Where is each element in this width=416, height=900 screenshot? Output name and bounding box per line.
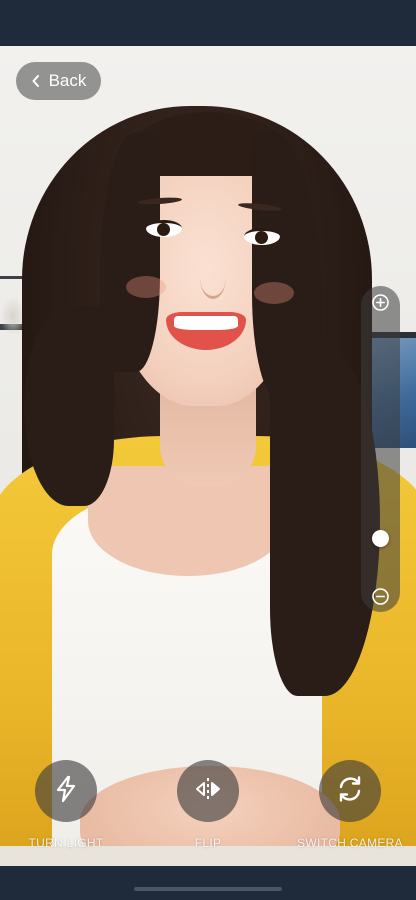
subject-teeth [174, 316, 238, 330]
turn-light-button[interactable] [35, 760, 97, 822]
zoom-slider[interactable] [361, 286, 400, 612]
flip-label: FLIP [194, 836, 222, 850]
switch-camera-label: SWITCH CAMERA [297, 836, 403, 850]
switch-camera-control: SWITCH CAMERA [290, 760, 410, 850]
subject-eye-left [146, 220, 182, 237]
status-bar [0, 0, 416, 46]
chevron-left-icon [31, 74, 41, 88]
flip-control: FLIP [148, 760, 268, 850]
camera-screen: Back TURN LIGHT FLIP SWITCH CAMERA [0, 0, 416, 900]
navigation-bar [0, 866, 416, 900]
turn-light-label: TURN LIGHT [28, 836, 104, 850]
zoom-thumb[interactable] [372, 530, 389, 548]
zoom-in-icon[interactable] [372, 294, 389, 311]
flip-horizontal-icon [193, 775, 223, 808]
zoom-out-icon[interactable] [372, 588, 389, 605]
camera-switch-icon [335, 774, 365, 809]
flip-button[interactable] [177, 760, 239, 822]
back-button-label: Back [48, 71, 87, 90]
subject-cheek-left [126, 276, 166, 298]
subject-eye-right [244, 228, 280, 245]
subject-cheek-right [254, 282, 294, 304]
subject-nose [200, 256, 226, 299]
camera-preview[interactable] [0, 46, 416, 866]
turn-light-control: TURN LIGHT [6, 760, 126, 850]
switch-camera-button[interactable] [319, 760, 381, 822]
flash-icon [53, 775, 79, 808]
home-indicator[interactable] [134, 887, 282, 891]
back-button[interactable]: Back [16, 62, 101, 100]
